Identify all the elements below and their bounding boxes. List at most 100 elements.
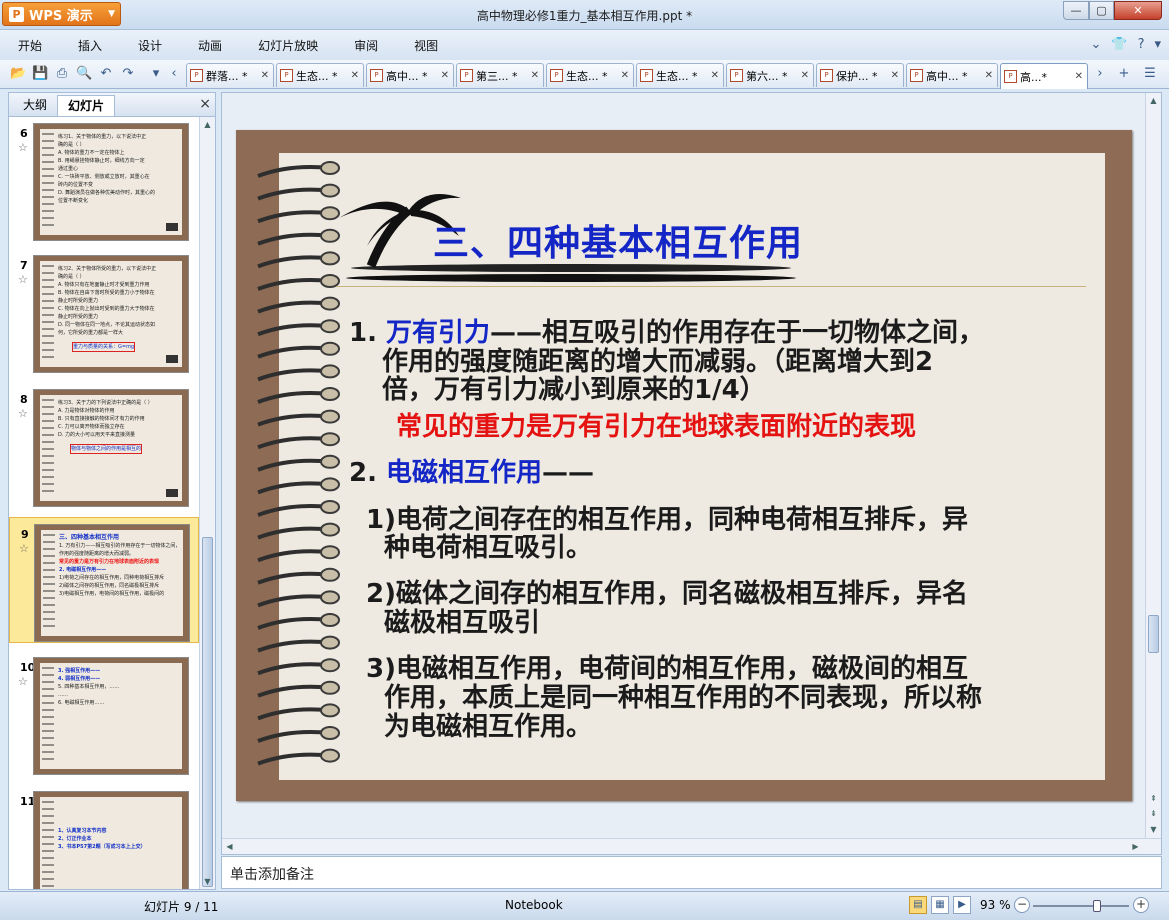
ribbon-collapse-icon[interactable]: ⌄: [1090, 37, 1101, 52]
minimize-button[interactable]: —: [1063, 1, 1089, 20]
new-tab-icon[interactable]: +: [1116, 66, 1132, 82]
save-icon[interactable]: 💾: [32, 66, 48, 82]
chevron-down-icon[interactable]: ▾: [1154, 37, 1161, 52]
slide-thumbnail-10[interactable]: 10 ☆ 3. 强相互作用—— 4. 弱相互作用—— 5. 四种基本相互作用，……: [9, 651, 199, 777]
normal-view-button[interactable]: ▤: [909, 896, 927, 914]
close-window-button[interactable]: ✕: [1114, 1, 1162, 20]
close-tab-icon[interactable]: ✕: [351, 70, 359, 81]
doc-tab[interactable]: P 生态... * ✕: [636, 63, 724, 87]
close-tab-icon[interactable]: ✕: [261, 70, 269, 81]
notes-pane[interactable]: 单击添加备注: [221, 856, 1162, 889]
sub-point-2-line-1[interactable]: 2)磁体之间存的相互作用，同名磁极相互排斥，异名: [366, 579, 968, 609]
slide-thumbnail-6[interactable]: 6 ☆ 练习1、关于物体的重力，以下说法中正 确的是（ ） A. 物体的重力不一…: [9, 117, 199, 243]
redo-icon[interactable]: ↷: [120, 66, 136, 82]
scroll-down-icon[interactable]: ▼: [200, 874, 215, 889]
editor-horizontal-scrollbar[interactable]: ◀ ▶: [222, 838, 1161, 854]
sub-point-1-line-2[interactable]: 种电荷相互吸引。: [384, 533, 592, 563]
undo-icon[interactable]: ↶: [98, 66, 114, 82]
close-tab-icon[interactable]: ✕: [1075, 71, 1083, 82]
tab-outline[interactable]: 大纲: [13, 95, 57, 116]
editor-vertical-scrollbar[interactable]: ▲ ⇞ ⇟ ▼: [1145, 93, 1161, 838]
tab-list-icon[interactable]: ☰: [1142, 66, 1158, 82]
point-2-line-1[interactable]: 2. 电磁相互作用——: [349, 458, 594, 488]
slide-sorter-view-button[interactable]: ▦: [931, 896, 949, 914]
tab-slides[interactable]: 幻灯片: [57, 95, 116, 116]
menu-animation[interactable]: 动画: [180, 37, 240, 54]
print-preview-icon[interactable]: 🔍: [76, 66, 92, 82]
ppt-file-icon: P: [640, 69, 653, 82]
scroll-thumb[interactable]: [202, 537, 213, 887]
menu-insert[interactable]: 插入: [60, 37, 120, 54]
slide-thumbnail-7[interactable]: 7 ☆ 练习2、关于物体所受的重力，以下说法中正 确的是（ ） A. 物体只有在…: [9, 249, 199, 375]
scroll-left-icon[interactable]: ◀: [222, 839, 237, 854]
slide-title[interactable]: 三、四种基本相互作用: [433, 214, 803, 266]
next-slide-icon[interactable]: ⇟: [1146, 806, 1161, 821]
zoom-slider-knob[interactable]: [1093, 900, 1102, 912]
doc-tab-active[interactable]: P 高...* ✕: [1000, 63, 1088, 89]
sub-point-1-line-1[interactable]: 1)电荷之间存在的相互作用，同种电荷相互排斥，异: [366, 505, 968, 535]
scroll-down-icon[interactable]: ▼: [1146, 822, 1161, 837]
sub-point-2-line-2[interactable]: 磁极相互吸引: [384, 608, 540, 638]
sub-point-3-line-2[interactable]: 作用，本质上是同一种相互作用的不同表现，所以称: [384, 683, 982, 713]
doc-tab[interactable]: P 第三... * ✕: [456, 63, 544, 87]
slide-thumbnail-11[interactable]: 11 1、认真复习本节内容 2、订正作业本 3、书本P57第2题（写成习本上上交…: [9, 785, 199, 889]
menu-view[interactable]: 视图: [396, 37, 456, 54]
menu-design[interactable]: 设计: [120, 37, 180, 54]
menu-review[interactable]: 审阅: [336, 37, 396, 54]
status-bar: 幻灯片 9 / 11 Notebook ▤ ▦ ▶ 93 % − +: [0, 891, 1169, 920]
thumbnail-badge: [166, 489, 178, 497]
doc-tab[interactable]: P 高中... * ✕: [366, 63, 454, 87]
close-tab-icon[interactable]: ✕: [621, 70, 629, 81]
close-tab-icon[interactable]: ✕: [441, 70, 449, 81]
close-tab-icon[interactable]: ✕: [985, 70, 993, 81]
close-tab-icon[interactable]: ✕: [801, 70, 809, 81]
open-folder-icon[interactable]: 📂: [10, 66, 26, 82]
sub-point-3-line-3[interactable]: 为电磁相互作用。: [384, 712, 592, 742]
thumbnail-text: 练习3、关于力的下列说法中正确的是（ ）: [58, 400, 153, 406]
customize-toolbar-icon[interactable]: ▾: [148, 66, 164, 82]
doc-tab[interactable]: P 保护... * ✕: [816, 63, 904, 87]
prev-slide-icon[interactable]: ⇞: [1146, 791, 1161, 806]
scroll-up-icon[interactable]: ▲: [200, 117, 215, 132]
zoom-in-button[interactable]: +: [1133, 897, 1149, 913]
tab-scroll-right-icon[interactable]: ›: [1092, 66, 1108, 82]
point-1-line-3[interactable]: 倍，万有引力减小到原来的1/4）: [382, 375, 766, 405]
template-name: Notebook: [505, 898, 563, 912]
spiral-ring: [257, 274, 340, 291]
scroll-up-icon[interactable]: ▲: [1146, 93, 1161, 108]
scroll-thumb[interactable]: [1148, 615, 1159, 653]
point-1-highlight[interactable]: 常见的重力是万有引力在地球表面附近的表现: [396, 412, 916, 442]
close-tab-icon[interactable]: ✕: [531, 70, 539, 81]
slideshow-view-button[interactable]: ▶: [953, 896, 971, 914]
doc-tab[interactable]: P 第六... * ✕: [726, 63, 814, 87]
slide-thumbnail-9-selected[interactable]: 9 ☆ 三、四种基本相互作用 1. 万有引力——相互吸引的作用存在于一切物体之间…: [9, 517, 199, 643]
doc-tab[interactable]: P 生态... * ✕: [546, 63, 634, 87]
doc-tab[interactable]: P 高中... * ✕: [906, 63, 998, 87]
sub-point-3-line-1[interactable]: 3)电磁相互作用，电荷间的相互作用，磁极间的相互: [366, 654, 968, 684]
slide-canvas[interactable]: 三、四种基本相互作用 1. 万有引力——相互吸引的作用存在于一切物体之间， 作用…: [236, 130, 1132, 801]
skin-icon[interactable]: 👕: [1111, 37, 1127, 52]
thumbnail-badge: [166, 223, 178, 231]
close-panel-icon[interactable]: ×: [199, 96, 211, 112]
zoom-slider[interactable]: [1033, 900, 1129, 912]
zoom-out-button[interactable]: −: [1014, 897, 1030, 913]
menu-slideshow[interactable]: 幻灯片放映: [240, 37, 336, 54]
print-icon[interactable]: ⎙: [54, 66, 70, 82]
point-1-line-2[interactable]: 作用的强度随距离的增大而减弱。（距离增大到2: [382, 347, 933, 377]
point-1-line-1[interactable]: 1. 万有引力——相互吸引的作用存在于一切物体之间，: [349, 318, 984, 348]
close-tab-icon[interactable]: ✕: [711, 70, 719, 81]
maximize-button[interactable]: ▢: [1089, 1, 1114, 20]
thumbnail-text: D. 力的大小可以用天平来直接测量: [58, 432, 136, 438]
zoom-level[interactable]: 93 %: [980, 898, 1011, 912]
tab-scroll-left-icon[interactable]: ‹: [166, 66, 182, 82]
spiral-ring: [257, 319, 340, 337]
panel-scrollbar[interactable]: ▲ ▼: [199, 117, 215, 889]
help-icon[interactable]: ?: [1138, 37, 1145, 52]
scroll-right-icon[interactable]: ▶: [1128, 839, 1143, 854]
close-tab-icon[interactable]: ✕: [891, 70, 899, 81]
spiral-ring: [257, 161, 340, 178]
slide-thumbnail-8[interactable]: 8 ☆ 练习3、关于力的下列说法中正确的是（ ） A. 力是物体对物体的作用 B…: [9, 383, 199, 509]
menu-home[interactable]: 开始: [0, 37, 60, 54]
doc-tab[interactable]: P 生态... * ✕: [276, 63, 364, 87]
doc-tab[interactable]: P 群落... * ✕: [186, 63, 274, 87]
